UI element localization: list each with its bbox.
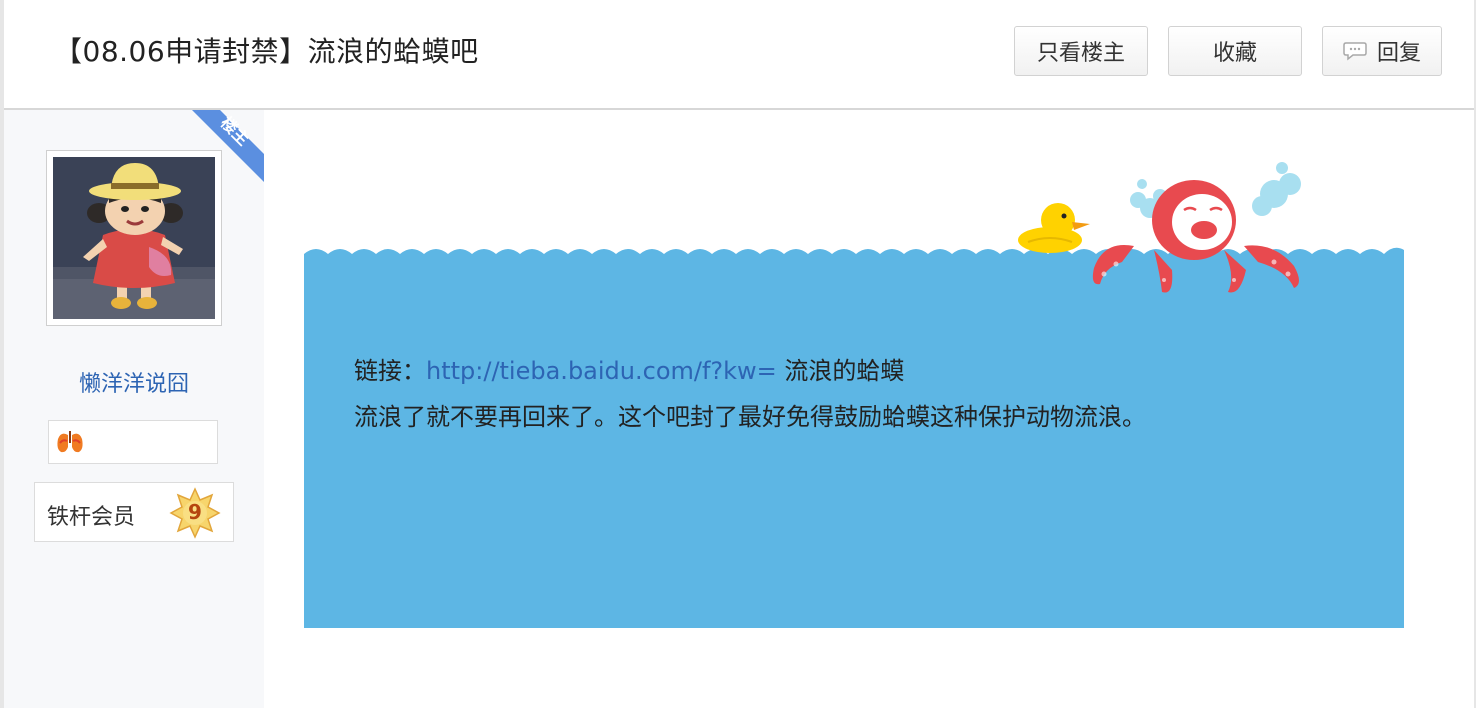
thread-title: 【08.06申请封禁】流浪的蛤蟆吧	[54, 35, 479, 68]
post-body-text: 流浪了就不要再回来了。这个吧封了最好免得鼓励蛤蟆这种保护动物流浪。	[354, 403, 1146, 431]
member-level-number: 9	[188, 500, 202, 524]
post-link[interactable]: http://tieba.baidu.com/f?kw=	[426, 357, 777, 385]
avatar[interactable]	[46, 150, 222, 326]
level-star-icon: 9	[169, 487, 221, 539]
member-level-box[interactable]: 铁杆会员 9	[34, 482, 234, 542]
post-body: 链接：http://tieba.baidu.com/f?kw= 流浪的蛤蟆 流浪…	[354, 348, 1146, 440]
avatar-image	[53, 157, 215, 319]
author-username[interactable]: 懒洋洋说囧	[4, 366, 264, 398]
favorite-button[interactable]: 收藏	[1168, 26, 1302, 76]
post-content: 链接：http://tieba.baidu.com/f?kw= 流浪的蛤蟆 流浪…	[304, 150, 1404, 628]
author-sidebar: 楼主 懒洋洋说囧 铁杆会员 9	[4, 110, 264, 708]
lung-badge-icon	[57, 431, 83, 453]
only-op-button-label: 只看楼主	[1036, 41, 1125, 66]
duck-illustration	[1018, 203, 1090, 253]
thread-header: 【08.06申请封禁】流浪的蛤蟆吧 只看楼主 收藏 回复	[4, 0, 1474, 110]
member-label: 铁杆会员	[47, 505, 136, 530]
only-op-button[interactable]: 只看楼主	[1014, 26, 1148, 76]
reply-button-label: 回复	[1376, 41, 1421, 66]
reply-button[interactable]: 回复	[1322, 26, 1442, 76]
post-link-line: 链接：http://tieba.baidu.com/f?kw= 流浪的蛤蟆	[354, 348, 1146, 394]
link-suffix: 流浪的蛤蟆	[776, 357, 905, 385]
speech-bubble-icon	[1343, 41, 1367, 61]
link-prefix: 链接：	[354, 357, 426, 385]
favorite-button-label: 收藏	[1212, 41, 1257, 66]
badge-box	[48, 420, 218, 464]
